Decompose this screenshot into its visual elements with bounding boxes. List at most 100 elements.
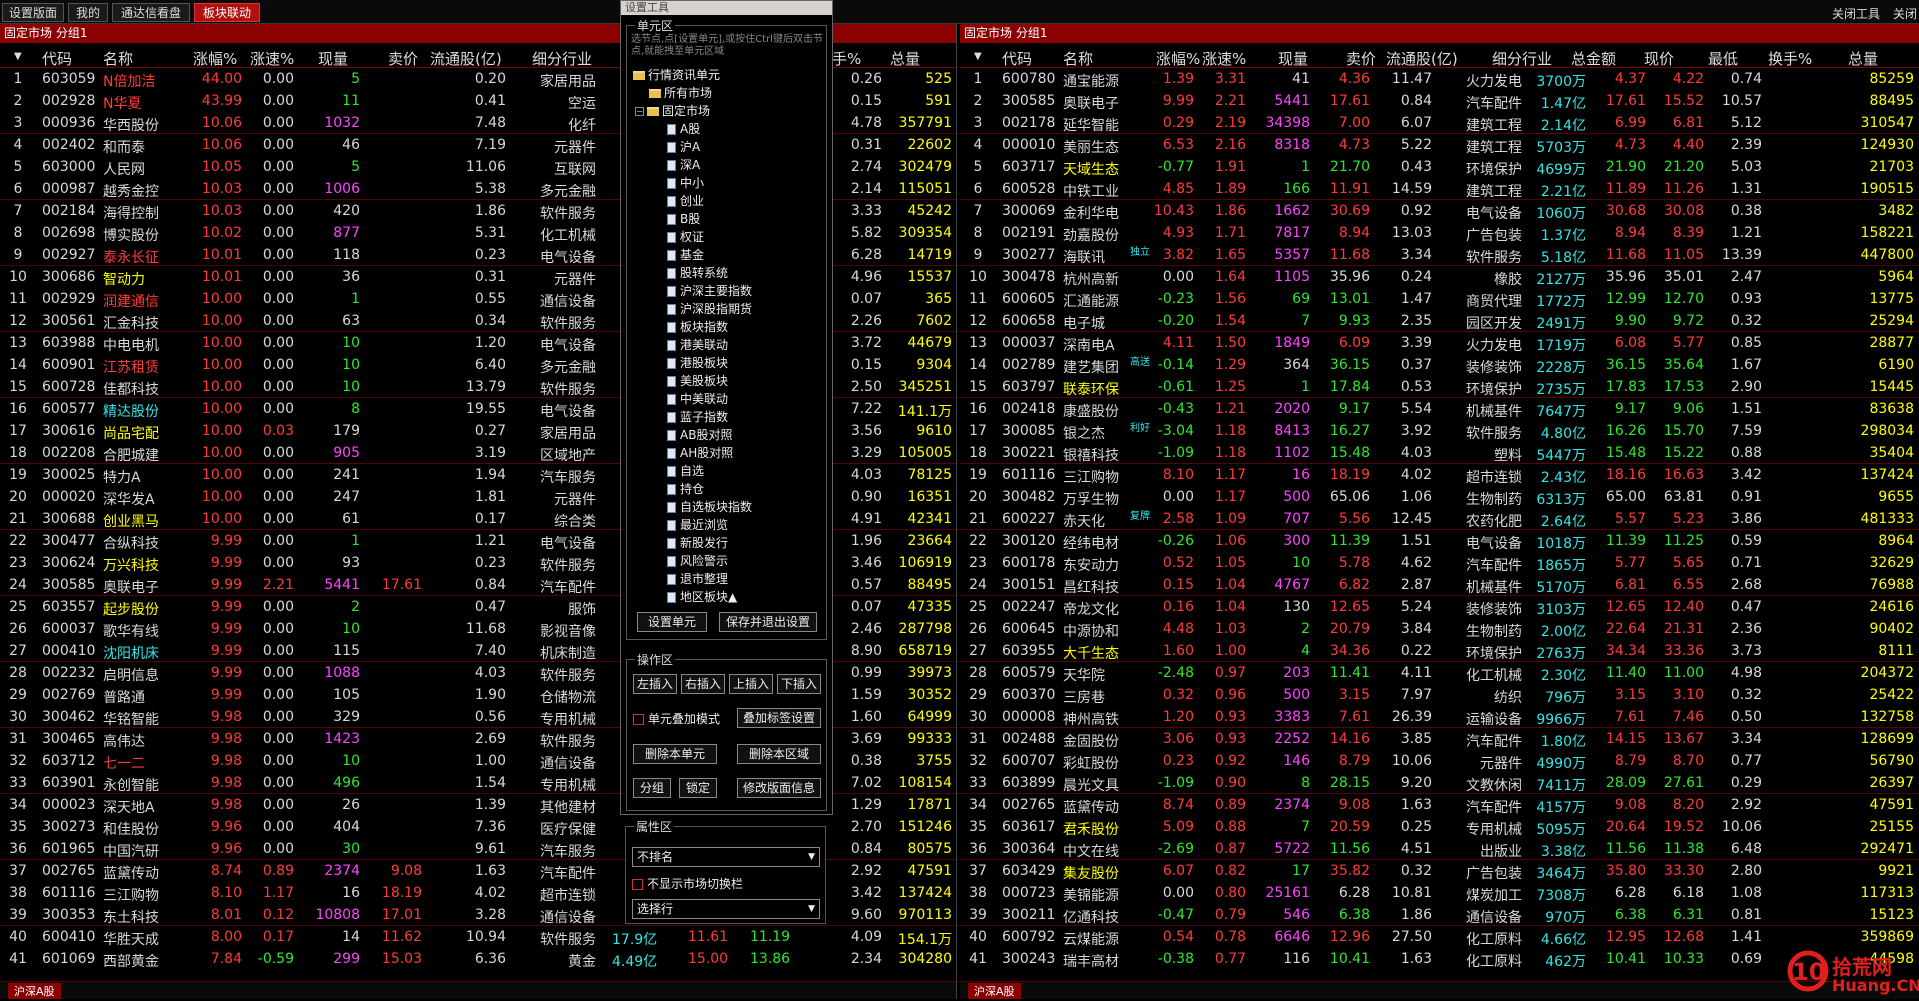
table-row[interactable]: 16 002418 康盛股份 -0.43 1.21 2020 9.17 5.54 机械基件 764… [960, 398, 1919, 420]
table-row[interactable]: 5 603717 天域生态 -0.77 1.91 1 21.70 0.43 环境保护 4699万 2… [960, 156, 1919, 178]
column-header[interactable]: 卖价 [388, 48, 418, 69]
tree-node-market[interactable]: A股 [667, 120, 700, 137]
tree-node-market[interactable]: 港美联动 [667, 336, 728, 353]
table-row[interactable]: 24 300151 昌红科技 0.15 1.04 4767 6.82 2.87 机械基件 5170… [960, 574, 1919, 596]
table-row[interactable]: 41 300243 瑞丰高材 -0.38 0.77 116 10.41 1.63 化工原料 462… [960, 948, 1919, 970]
table-row[interactable]: 37 603429 集友股份 6.07 0.82 17 35.82 0.32 广告包装 3464万… [960, 860, 1919, 882]
tree-node-market[interactable]: 港股板块 [667, 354, 728, 371]
column-header[interactable]: 名称 [103, 48, 133, 69]
table-row[interactable]: 27 603955 大千生态 1.60 1.00 4 34.36 0.22 环境保护 2763万 3… [960, 640, 1919, 662]
tree-node-market[interactable]: B股 [667, 210, 700, 227]
table-row[interactable]: 38 000723 美锦能源 0.00 0.80 25161 6.28 10.81 煤炭加工 73… [960, 882, 1919, 904]
column-header[interactable]: 涨幅% [1156, 48, 1200, 69]
tree-node-market[interactable]: 新股发行 [667, 534, 728, 551]
news-tag[interactable]: 高送 [1130, 353, 1150, 368]
tree-node-market[interactable]: 中小 [667, 174, 704, 191]
tree-node-market[interactable]: 自选 [667, 462, 704, 479]
table-row[interactable]: 35 603617 君禾股份 5.09 0.88 7 20.59 0.25 专用机械 5095万 2… [960, 816, 1919, 838]
sort-select[interactable]: 不排名 ▼ [632, 847, 820, 867]
column-header[interactable]: 代码 [42, 48, 72, 69]
table-row[interactable]: 2 300585 奥联电子 9.99 2.21 5441 17.61 0.84 汽车配件 1.47… [960, 90, 1919, 112]
news-tag[interactable]: 利好 [1130, 419, 1150, 434]
save-exit-button[interactable]: 保存并退出设置 [719, 612, 817, 632]
tree-node-market[interactable]: 持仓 [667, 480, 704, 497]
column-header[interactable]: 涨速% [1202, 48, 1246, 69]
column-header[interactable]: 最低 [1708, 48, 1738, 69]
table-row[interactable]: 20 300482 万孚生物 0.00 1.17 500 65.06 1.06 生物制药 6313… [960, 486, 1919, 508]
table-row[interactable]: 9 300277 海联讯 3.82 1.65 5357 11.68 3.34 软件服务 5.18亿… [960, 244, 1919, 266]
tree-node-market[interactable]: AB股对照 [667, 426, 732, 443]
table-row[interactable]: 4 000010 美丽生态 6.53 2.16 8318 4.73 5.22 建筑工程 5703万… [960, 134, 1919, 156]
overlay-mode-checkbox[interactable]: 单元叠加模式 [633, 710, 720, 727]
table-row[interactable]: 40 600410 华胜天成 8.00 0.17 14 11.62 10.94 软件服务 4.09… [0, 926, 956, 948]
table-row[interactable]: 3 002178 延华智能 0.29 2.19 34398 7.00 6.07 建筑工程 2.14… [960, 112, 1919, 134]
column-header[interactable]: 现量 [1278, 48, 1308, 69]
column-header[interactable]: 细分行业 [532, 48, 592, 69]
column-header[interactable]: 流通股(亿) [1386, 48, 1458, 69]
close-button[interactable]: 关闭 [1893, 5, 1917, 22]
table-row[interactable]: 19 601116 三江购物 8.10 1.17 16 18.19 4.02 超市连锁 2.43亿… [960, 464, 1919, 486]
tree-node-market[interactable]: 地区板块▲ [667, 588, 737, 605]
tab-sector-linkage[interactable]: 板块联动 [194, 3, 260, 22]
column-header[interactable]: 细分行业 [1492, 48, 1552, 69]
modify-layout-button[interactable]: 修改版面信息 [737, 778, 821, 798]
tree-node-fixed-markets[interactable]: − 固定市场 [635, 102, 710, 119]
lock-button[interactable]: 锁定 [679, 778, 717, 798]
column-header[interactable]: 总量 [890, 48, 920, 69]
tree-node-market[interactable]: 自选板块指数 [667, 498, 752, 515]
tree-node-market[interactable]: 股转系统 [667, 264, 728, 281]
column-header[interactable]: 代码 [1002, 48, 1032, 69]
tree-node-market[interactable]: 板块指数 [667, 318, 728, 335]
table-row[interactable]: 31 002488 金固股份 3.06 0.93 2252 14.16 3.85 汽车配件 1.8… [960, 728, 1919, 750]
table-row[interactable]: 1 600780 通宝能源 1.39 3.31 41 4.36 11.47 火力发电 3700万 4… [960, 68, 1919, 90]
table-row[interactable]: 21 600227 赤天化 2.58 1.09 707 5.56 12.45 农药化肥 2.64亿… [960, 508, 1919, 530]
tree-node-market[interactable]: 最近浏览 [667, 516, 728, 533]
tree-node-market[interactable]: 基金 [667, 246, 704, 263]
tree-node-market[interactable]: 美股板块 [667, 372, 728, 389]
news-tag[interactable]: 独立 [1130, 243, 1150, 258]
tree-node-market[interactable]: AH股对照 [667, 444, 733, 461]
column-header[interactable]: 流通股(亿) [430, 48, 502, 69]
column-header[interactable]: 现量 [318, 48, 348, 69]
table-row[interactable]: 7 300069 金利华电 10.43 1.86 1662 30.69 0.92 电气设备 106… [960, 200, 1919, 222]
market-tab[interactable]: 沪深A股 [8, 983, 61, 999]
table-row[interactable]: 17 300085 银之杰 -3.04 1.18 8413 16.27 3.92 软件服务 4.8… [960, 420, 1919, 442]
table-row[interactable]: 13 000037 深南电A 4.11 1.50 1849 6.09 3.39 火力发电 1719… [960, 332, 1919, 354]
insert-right-button[interactable]: 右插入 [681, 674, 725, 694]
table-row[interactable]: 36 300364 中文在线 -2.69 0.87 5722 11.56 4.51 出版业 3.3… [960, 838, 1919, 860]
close-tool-button[interactable]: 关闭工具 [1832, 5, 1880, 22]
tree-node-market[interactable]: 沪A [667, 138, 700, 155]
column-header[interactable]: 名称 [1063, 48, 1093, 69]
tab-tdx-market[interactable]: 通达信看盘 [112, 3, 190, 22]
tab-layout-settings[interactable]: 设置版面 [2, 3, 64, 22]
sort-arrow-icon[interactable]: ▼ [974, 51, 982, 62]
collapse-icon[interactable]: − [635, 107, 644, 116]
delete-unit-button[interactable]: 删除本单元 [633, 744, 717, 764]
table-row[interactable]: 32 600707 彩虹股份 0.23 0.92 146 8.79 10.06 元器件 4990万… [960, 750, 1919, 772]
table-row[interactable]: 30 000008 神州高铁 1.20 0.93 3383 7.61 26.39 运输设备 996… [960, 706, 1919, 728]
table-row[interactable]: 14 002789 建艺集团 -0.14 1.29 364 36.15 0.37 装修装饰 222… [960, 354, 1919, 376]
table-row[interactable]: 15 603797 联泰环保 -0.61 1.25 1 17.84 0.53 环境保护 2735万… [960, 376, 1919, 398]
column-header[interactable]: 卖价 [1346, 48, 1376, 69]
set-unit-button[interactable]: 设置单元 [637, 612, 707, 632]
hide-market-switch-checkbox[interactable]: 不显示市场切换栏 [632, 875, 743, 892]
tree-node-market[interactable]: 风险警示 [667, 552, 728, 569]
table-row[interactable]: 8 002191 劲嘉股份 4.93 1.71 7817 8.94 13.03 广告包装 1.37… [960, 222, 1919, 244]
table-row[interactable]: 23 600178 东安动力 0.52 1.05 10 5.78 4.62 汽车配件 1865万 5… [960, 552, 1919, 574]
tree-node-all-markets[interactable]: 所有市场 [649, 84, 712, 101]
tree-node-market[interactable]: 蓝子指数 [667, 408, 728, 425]
table-row[interactable]: 40 600792 云煤能源 0.54 0.78 6646 12.96 27.50 化工原料 4.… [960, 926, 1919, 948]
checkbox-icon[interactable] [632, 879, 643, 890]
sort-arrow-icon[interactable]: ▼ [14, 51, 22, 62]
table-row[interactable]: 25 002247 帝龙文化 0.16 1.04 130 12.65 5.24 装修装饰 3103… [960, 596, 1919, 618]
tab-mine[interactable]: 我的 [68, 3, 108, 22]
column-header[interactable]: 手% [832, 48, 861, 69]
news-tag[interactable]: 复牌 [1130, 507, 1150, 522]
tree-node-market[interactable]: 权证 [667, 228, 704, 245]
table-row[interactable]: 11 600605 汇通能源 -0.23 1.56 69 13.01 1.47 商贸代理 1772… [960, 288, 1919, 310]
insert-up-button[interactable]: 上插入 [729, 674, 773, 694]
table-row[interactable]: 28 600579 天华院 -2.48 0.97 203 11.41 4.11 化工机械 2.30… [960, 662, 1919, 684]
table-row[interactable]: 18 300221 银禧科技 -1.09 1.18 1102 15.48 4.03 塑料 5447… [960, 442, 1919, 464]
checkbox-icon[interactable] [633, 714, 644, 725]
tree-node-market[interactable]: 中美联动 [667, 390, 728, 407]
